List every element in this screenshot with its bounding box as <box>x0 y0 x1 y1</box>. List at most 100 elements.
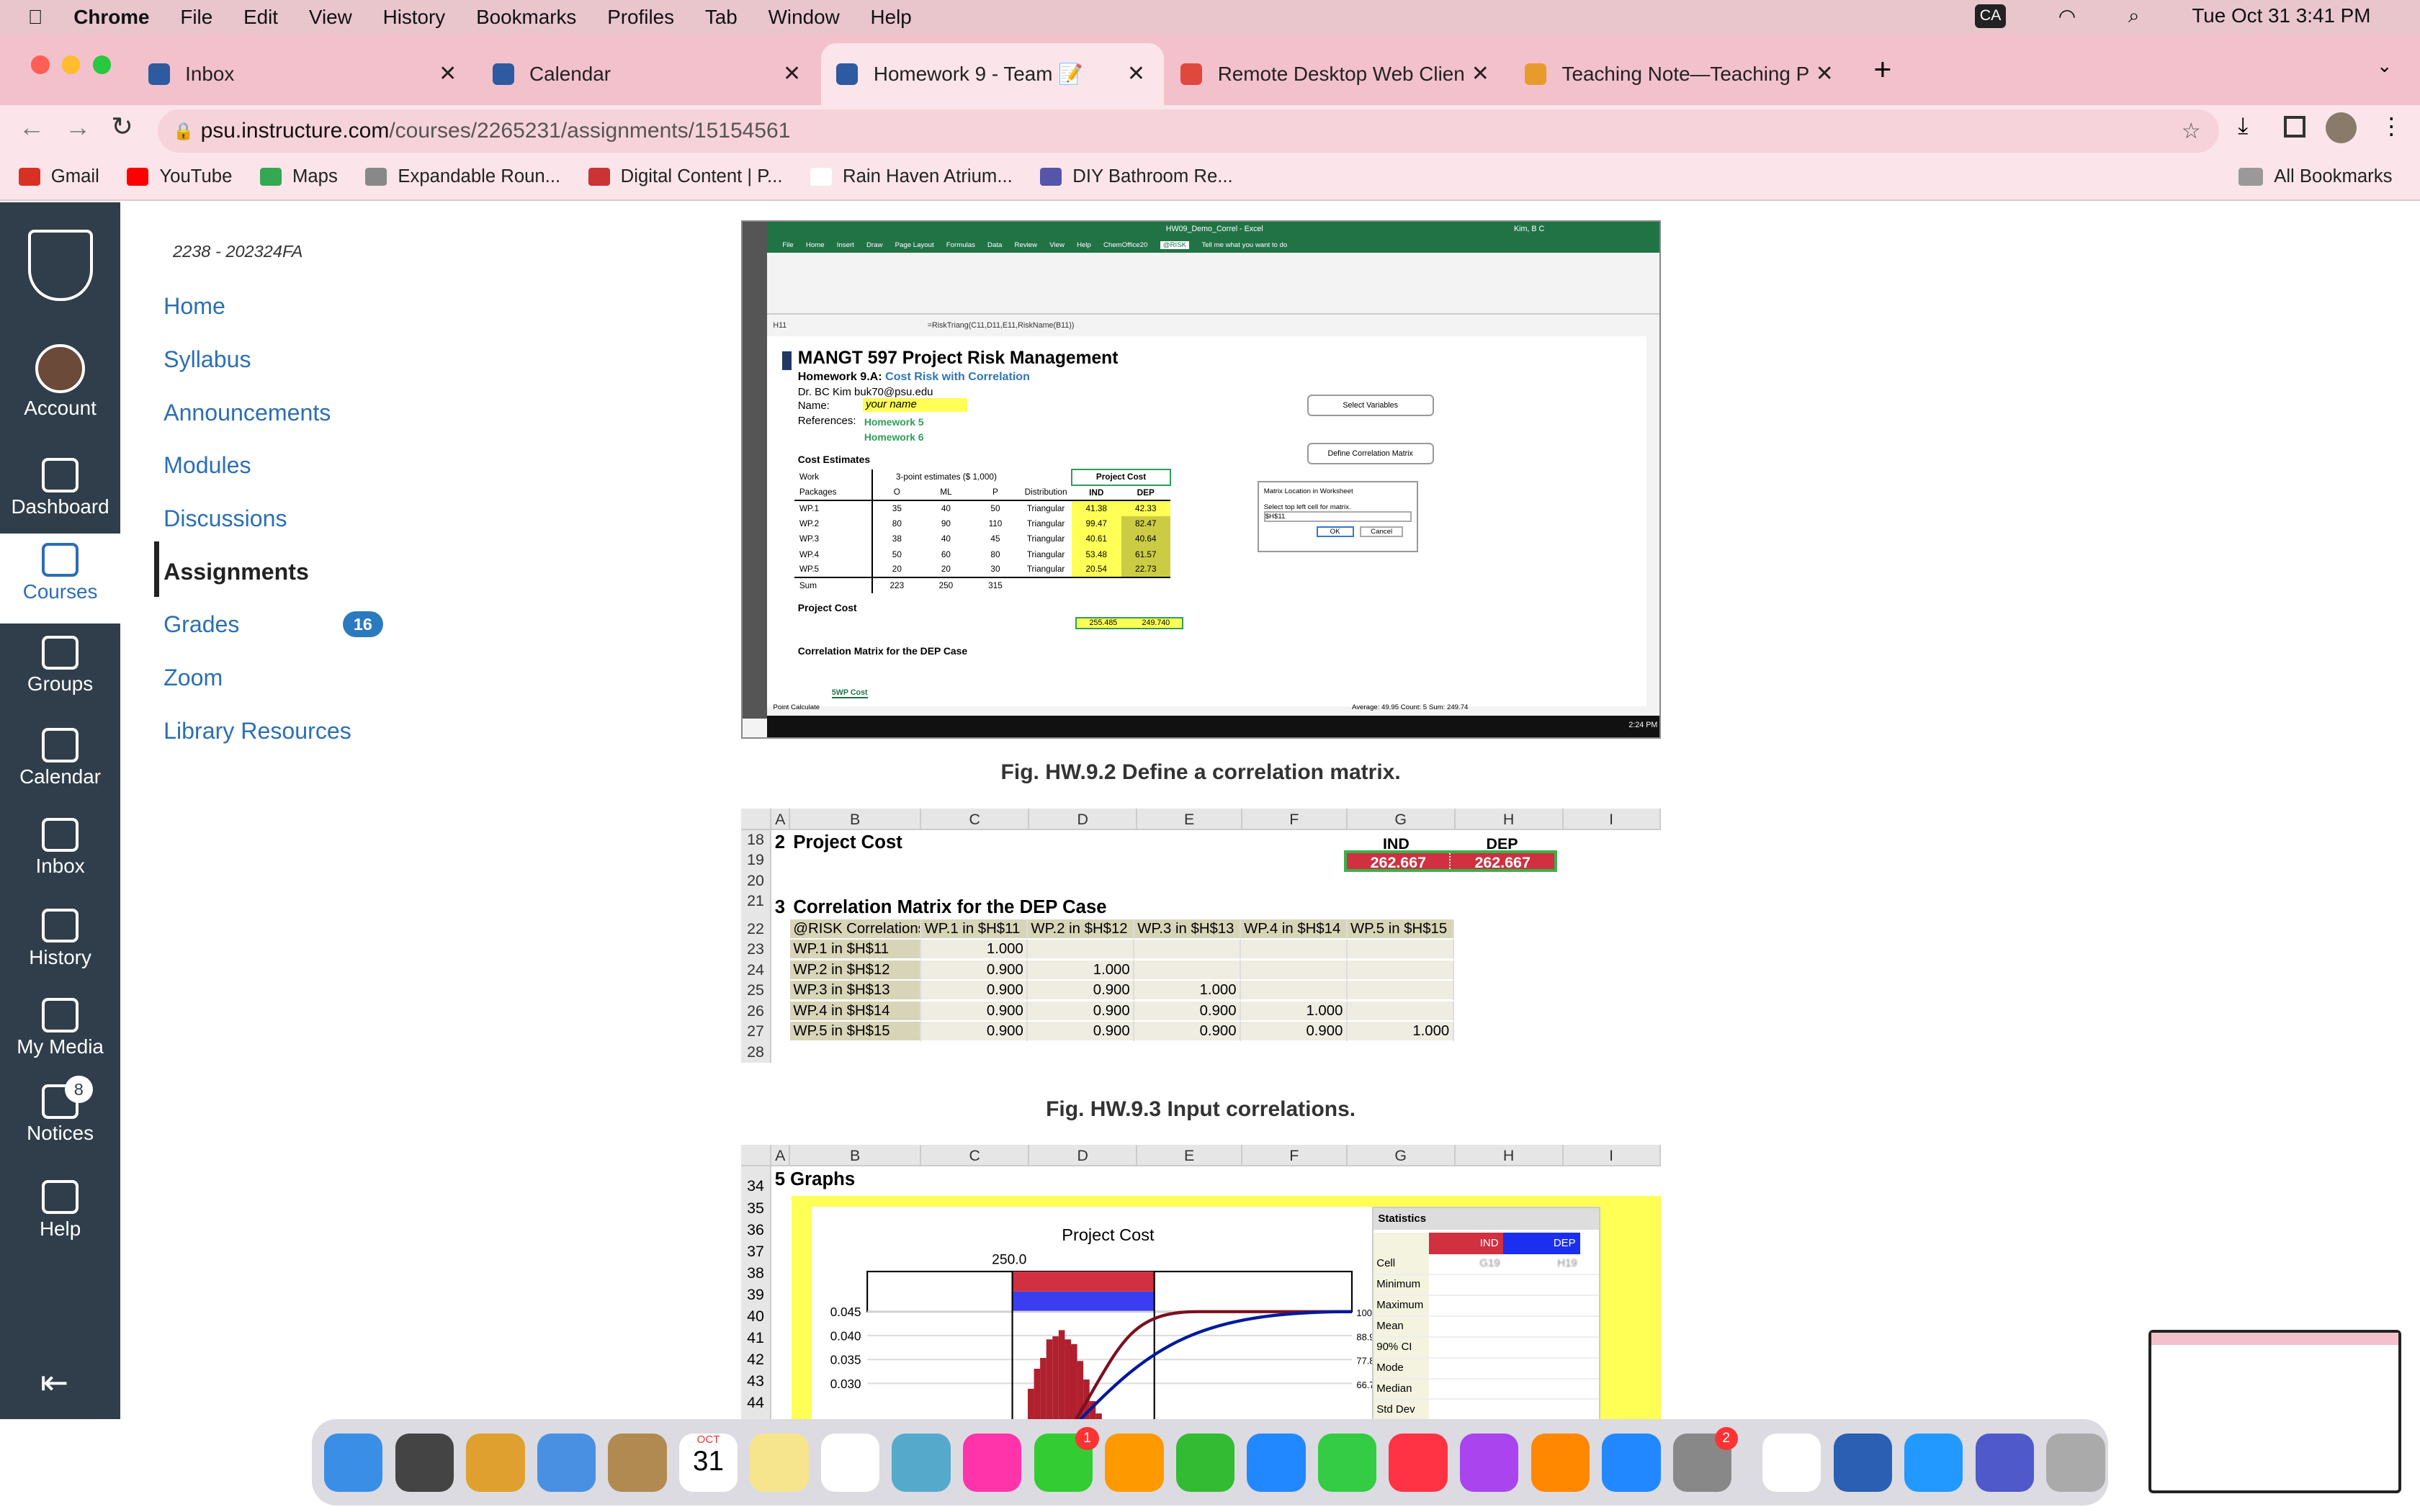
column-header[interactable]: F <box>1242 808 1348 829</box>
column-header[interactable]: C <box>921 1144 1030 1165</box>
bookmark-item[interactable]: Maps <box>259 166 338 187</box>
step-select-variables[interactable]: Select Variables <box>1307 395 1434 417</box>
dock-word-icon[interactable] <box>1833 1433 1892 1493</box>
dep-value[interactable]: 262.667 <box>1451 853 1554 871</box>
global-nav-history[interactable]: History <box>0 899 120 989</box>
ribbon-tab[interactable]: Draw <box>866 241 882 249</box>
dock-messages-icon[interactable]: 1 <box>1034 1427 1099 1493</box>
matrix-cell[interactable]: WP.4 in $H$14 <box>1240 919 1348 940</box>
menu-history[interactable]: History <box>383 6 446 29</box>
minimize-window-button[interactable] <box>61 55 81 74</box>
chrome-menu-icon[interactable]: ⋮ <box>2380 112 2403 140</box>
ribbon-tab[interactable]: Page Layout <box>895 241 934 249</box>
menu-file[interactable]: File <box>180 6 212 29</box>
formula-bar[interactable]: =RiskTriang(C11,D11,E11,RiskName(B11)) <box>928 321 1075 330</box>
dock-facetime-icon[interactable] <box>1317 1433 1377 1493</box>
course-nav-zoom[interactable]: Zoom <box>163 665 223 691</box>
ref-link[interactable]: Homework 6 <box>864 430 924 444</box>
step-define-correlation-matrix[interactable]: Define Correlation Matrix <box>1307 442 1434 464</box>
bookmark-item[interactable]: Digital Content | P... <box>588 166 782 187</box>
wifi-icon[interactable]: ◠ <box>2058 4 2076 28</box>
matrix-cell[interactable] <box>1347 940 1454 960</box>
maximize-window-button[interactable] <box>92 55 112 74</box>
column-header[interactable]: I <box>1564 1144 1661 1165</box>
ribbon-tab[interactable]: Tell me what you want to do <box>1201 241 1287 249</box>
column-header[interactable]: F <box>1242 1144 1348 1165</box>
column-header[interactable]: B <box>790 808 922 829</box>
column-header[interactable]: B <box>790 1144 922 1165</box>
collapse-nav-icon[interactable]: ⇤ <box>40 1362 69 1403</box>
matrix-cell[interactable]: WP.1 in $H$11 <box>790 940 922 960</box>
matrix-cell[interactable]: 0.900 <box>1028 981 1134 1002</box>
clock[interactable]: Tue Oct 31 3:41 PM <box>2192 4 2370 28</box>
matrix-location-input[interactable]: $H$11 <box>1263 510 1412 522</box>
menu-app-name[interactable]: Chrome <box>73 6 149 29</box>
matrix-cell[interactable]: 1.000 <box>921 940 1028 960</box>
dock-pages-icon[interactable] <box>1105 1433 1164 1493</box>
menu-bookmarks[interactable]: Bookmarks <box>476 6 576 29</box>
ribbon-tab[interactable]: @RISK <box>1160 241 1190 250</box>
matrix-cell[interactable]: WP.2 in $H$12 <box>1028 919 1134 940</box>
dock-notes-icon[interactable] <box>750 1433 809 1493</box>
global-nav-courses[interactable]: Courses <box>0 534 121 624</box>
column-header[interactable]: G <box>1348 808 1456 829</box>
sheet-tab[interactable]: 5WP Cost <box>831 688 868 698</box>
course-nav-library-resources[interactable]: Library Resources <box>163 718 351 744</box>
dock-finder-icon[interactable] <box>323 1433 383 1493</box>
column-header[interactable]: A <box>771 808 791 829</box>
excel-user-name[interactable]: Kim, B C <box>1514 222 1544 237</box>
dock-books-icon[interactable] <box>1531 1433 1590 1493</box>
browser-tab[interactable]: Teaching Note—Teaching Proj ✕ <box>1510 43 1852 105</box>
matrix-cell[interactable]: 0.900 <box>921 981 1028 1002</box>
global-nav-dashboard[interactable]: Dashboard <box>0 449 120 539</box>
new-tab-button[interactable]: + <box>1873 53 1891 88</box>
tab-close-icon[interactable]: ✕ <box>783 61 801 86</box>
menu-window[interactable]: Window <box>768 6 840 29</box>
dock-maps-icon[interactable] <box>892 1433 951 1493</box>
psu-logo[interactable] <box>27 230 93 301</box>
dock-launchpad-icon[interactable] <box>466 1433 525 1493</box>
back-button[interactable]: ← <box>19 112 45 143</box>
column-header[interactable]: I <box>1564 808 1661 829</box>
bookmark-item[interactable]: Gmail <box>18 166 99 187</box>
matrix-cell[interactable] <box>1028 940 1134 960</box>
menu-help[interactable]: Help <box>871 6 912 29</box>
dock-siri-icon[interactable] <box>395 1433 454 1493</box>
search-icon[interactable]: ⌕ <box>2128 4 2140 28</box>
matrix-cell[interactable]: 0.900 <box>921 960 1028 981</box>
dialog-cancel-button[interactable]: Cancel <box>1360 526 1403 537</box>
column-header[interactable]: D <box>1029 1144 1138 1165</box>
global-nav-help[interactable]: Help <box>0 1171 120 1260</box>
ribbon-tab[interactable]: File <box>782 241 794 249</box>
dock-numbers-icon[interactable] <box>1175 1433 1235 1493</box>
matrix-cell[interactable]: 1.000 <box>1134 981 1241 1002</box>
column-header[interactable]: D <box>1029 808 1138 829</box>
menu-edit[interactable]: Edit <box>243 6 278 29</box>
tab-search-chevron-icon[interactable]: ⌄ <box>2377 55 2393 77</box>
ref-link[interactable]: Homework 5 <box>864 415 924 429</box>
course-nav-discussions[interactable]: Discussions <box>163 505 287 532</box>
dock-contacts-icon[interactable] <box>608 1433 667 1493</box>
matrix-cell[interactable] <box>1347 981 1454 1002</box>
matrix-cell[interactable]: 0.900 <box>1134 1001 1241 1022</box>
dock-photos-icon[interactable] <box>963 1433 1022 1493</box>
course-nav-grades[interactable]: Grades <box>163 611 239 638</box>
course-nav-home[interactable]: Home <box>163 293 225 320</box>
dock-music-icon[interactable] <box>1389 1433 1448 1493</box>
tab-close-icon[interactable]: ✕ <box>1816 61 1834 86</box>
course-nav-syllabus[interactable]: Syllabus <box>163 346 251 373</box>
matrix-cell[interactable]: @RISK Correlations <box>790 919 922 940</box>
matrix-cell[interactable]: WP.5 in $H$15 <box>1347 919 1454 940</box>
column-header[interactable]: H <box>1456 808 1564 829</box>
ribbon-tab[interactable]: ChemOffice20 <box>1103 241 1147 249</box>
matrix-cell[interactable] <box>1134 960 1241 981</box>
dock-mail-icon[interactable] <box>537 1433 596 1493</box>
url-input[interactable]: 🔒 psu.instructure.com/courses/2265231/as… <box>157 109 2220 153</box>
global-nav-inbox[interactable]: Inbox <box>0 809 120 898</box>
column-header[interactable]: E <box>1137 1144 1242 1165</box>
ribbon-tab[interactable]: Data <box>987 241 1002 249</box>
tab-close-icon[interactable]: ✕ <box>1471 61 1489 86</box>
side-panel-icon[interactable] <box>2284 115 2306 138</box>
dock-podcasts-icon[interactable] <box>1459 1433 1519 1493</box>
matrix-cell[interactable]: 1.000 <box>1240 1001 1348 1022</box>
